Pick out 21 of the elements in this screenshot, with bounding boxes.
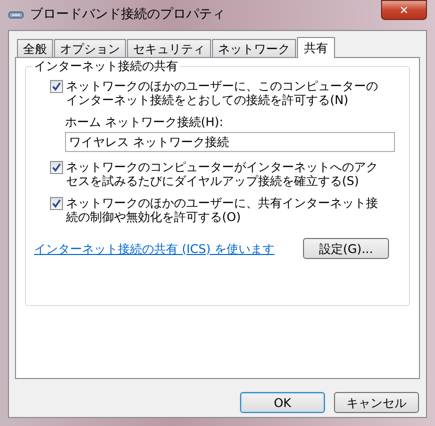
checkbox-label: ネットワークのほかのユーザーに、共有インターネット接続の制御や無効化を許可する(O) [66,196,379,224]
checkbox-label: ネットワークのコンピューターがインターネットへのアクセスを試みるたびにダイヤルアップ接続を確立する(S) [66,160,379,188]
checkbox[interactable] [50,161,63,174]
tab[interactable]: ネットワーク [212,39,296,57]
field-label: ホーム ネットワーク接続(H): [65,115,224,129]
home-network-field[interactable]: ワイヤレス ネットワーク接続 [65,132,395,152]
close-button[interactable]: ✕ [381,0,427,20]
tab[interactable]: オプション [54,39,126,57]
dialog-button[interactable]: OK [240,392,325,413]
tab[interactable]: 全般 [17,39,53,57]
settings-button[interactable]: 設定(G)... [303,238,389,259]
window-title: ブロードバンド接続のプロパティ [30,6,225,24]
tab[interactable]: 共有 [297,37,335,58]
checkbox[interactable] [50,80,63,93]
tab[interactable]: セキュリティ [127,39,211,57]
checkbox[interactable] [50,197,63,210]
dialog-button[interactable]: キャンセル [334,392,419,413]
ics-help-link[interactable]: インターネット接続の共有 (ICS) を使います [34,240,275,258]
group-title: インターネット接続の共有 [32,59,180,73]
checkbox-label: ネットワークのほかのユーザーに、このコンピューターのインターネット接続をとおしての接続を許可する(N) [66,79,379,107]
network-adapter-icon [8,10,24,20]
